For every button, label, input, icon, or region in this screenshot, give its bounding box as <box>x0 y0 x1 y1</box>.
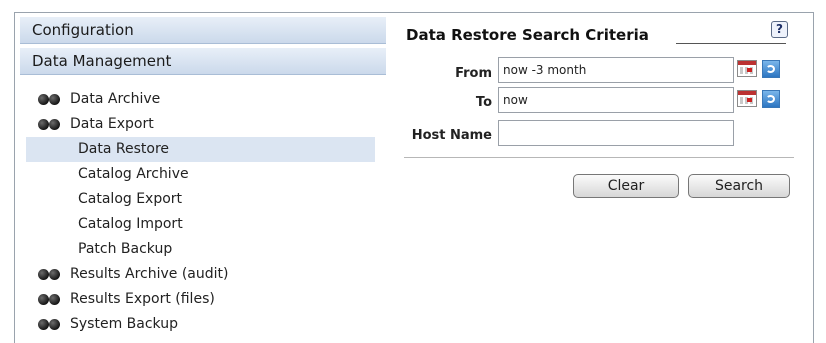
to-input[interactable] <box>498 87 734 113</box>
tree-item-patch-backup[interactable]: Patch Backup <box>20 237 386 262</box>
divider <box>404 157 794 158</box>
tree-item-data-archive[interactable]: Data Archive <box>20 87 386 112</box>
refresh-go-icon[interactable] <box>762 90 780 108</box>
search-button[interactable]: Search <box>688 174 790 198</box>
accordion-configuration[interactable]: Configuration <box>20 17 386 44</box>
help-icon[interactable]: ? <box>771 21 788 38</box>
title-underline <box>676 43 786 44</box>
refresh-go-icon[interactable] <box>762 60 780 78</box>
tree-item-label: System Backup <box>70 316 178 332</box>
search-criteria-panel: Data Restore Search Criteria ? From To H… <box>404 17 796 317</box>
double-dot-icon <box>38 269 66 281</box>
tree-item-data-export[interactable]: Data Export <box>20 112 386 137</box>
tree-item-label: Data Archive <box>70 91 161 107</box>
tree-item-label: Results Archive (audit) <box>70 266 229 282</box>
tree-item-label: Results Export (files) <box>70 291 215 307</box>
double-dot-icon <box>38 119 66 131</box>
to-label: To <box>475 95 492 110</box>
tree-item-label: Patch Backup <box>78 241 173 257</box>
panel-title: Data Restore Search Criteria <box>406 26 649 44</box>
tree-item-catalog-import[interactable]: Catalog Import <box>20 212 386 237</box>
tree-item-catalog-export[interactable]: Catalog Export <box>20 187 386 212</box>
navigation-panel: Configuration Data Management Data Archi… <box>20 17 386 343</box>
double-dot-icon <box>38 94 66 106</box>
data-management-tree: Data Archive Data Export Data Restore Ca… <box>20 87 386 337</box>
double-dot-icon <box>38 294 66 306</box>
host-name-input[interactable] <box>498 120 734 146</box>
calendar-icon[interactable] <box>737 90 757 107</box>
tree-item-data-restore[interactable]: Data Restore <box>26 137 375 162</box>
host-name-label: Host Name <box>411 128 492 143</box>
from-label: From <box>455 66 492 81</box>
clear-button[interactable]: Clear <box>573 174 679 198</box>
from-input[interactable] <box>498 57 734 83</box>
tree-item-label: Data Restore <box>78 141 169 157</box>
accordion-data-management[interactable]: Data Management <box>20 48 386 75</box>
tree-item-system-backup[interactable]: System Backup <box>20 312 386 337</box>
tree-item-results-archive[interactable]: Results Archive (audit) <box>20 262 386 287</box>
tree-item-results-export[interactable]: Results Export (files) <box>20 287 386 312</box>
tree-item-catalog-archive[interactable]: Catalog Archive <box>20 162 386 187</box>
tree-item-label: Data Export <box>70 116 154 132</box>
tree-item-label: Catalog Export <box>78 191 183 207</box>
calendar-icon[interactable] <box>737 60 757 77</box>
tree-item-label: Catalog Archive <box>78 166 189 182</box>
tree-item-label: Catalog Import <box>78 216 183 232</box>
double-dot-icon <box>38 319 66 331</box>
